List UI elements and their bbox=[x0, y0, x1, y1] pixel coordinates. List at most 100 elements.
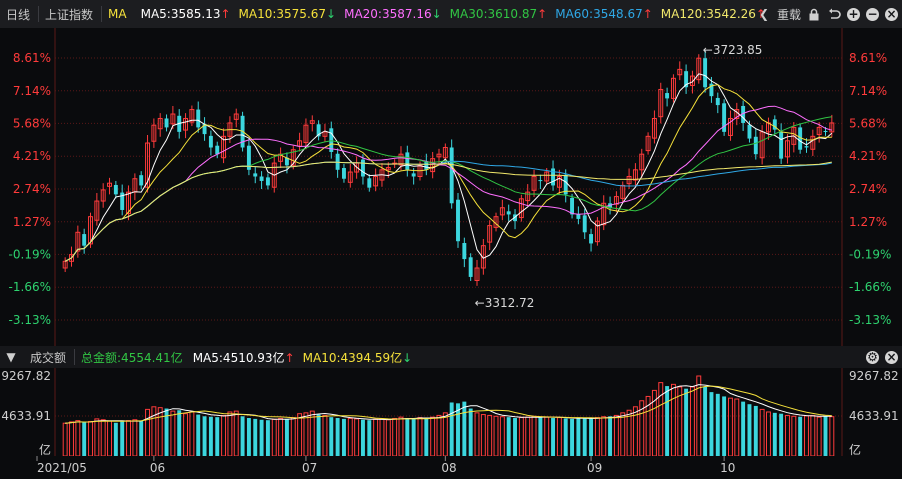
chevron-down-icon[interactable]: ▼ bbox=[4, 350, 18, 364]
volume-bar-down bbox=[823, 416, 828, 456]
volume-bar-up bbox=[487, 414, 493, 456]
price-tick-left: 5.68% bbox=[13, 116, 51, 130]
volume-bar-up bbox=[785, 414, 790, 456]
volume-bar-up bbox=[373, 418, 379, 456]
volume-bar-up bbox=[322, 414, 328, 456]
candle-down bbox=[424, 161, 429, 170]
price-tick-left: 4.21% bbox=[13, 149, 51, 163]
price-tick-right: 2.74% bbox=[849, 182, 887, 196]
volume-bar-up bbox=[620, 412, 626, 456]
volume-bar-up bbox=[632, 406, 638, 456]
volume-bar-down bbox=[335, 418, 340, 456]
volume-bar-up bbox=[94, 418, 100, 456]
volume-bar-down bbox=[139, 421, 144, 456]
volume-bar-down bbox=[747, 404, 752, 456]
volume-bar-up bbox=[303, 412, 309, 456]
volume-tick-right: 亿 bbox=[849, 442, 861, 456]
volume-bar-up bbox=[474, 412, 480, 456]
candle-down bbox=[665, 93, 670, 99]
candle-down bbox=[265, 177, 270, 186]
date-axis: 2021/05 06 07 08 09 10 bbox=[36, 456, 735, 475]
candle-down bbox=[341, 168, 346, 179]
volume-bar-up bbox=[62, 422, 68, 456]
volume-bar-down bbox=[284, 418, 289, 456]
low-annotation: ←3312.72 bbox=[475, 296, 535, 310]
ma10-direction: ↓ bbox=[326, 7, 337, 21]
candle-down bbox=[506, 211, 511, 215]
candle-down bbox=[589, 234, 594, 244]
volume-bar-down bbox=[405, 418, 410, 456]
volume-bar-down bbox=[589, 418, 594, 456]
volume-bar-up bbox=[297, 413, 303, 456]
volume-bar-down bbox=[259, 419, 264, 456]
period-selector[interactable]: 日线 bbox=[6, 6, 30, 23]
volume-bar-up bbox=[132, 419, 138, 456]
volume-bar-down bbox=[772, 412, 777, 456]
volume-bar-up bbox=[100, 419, 106, 456]
volume-bar-down bbox=[329, 417, 334, 456]
candle-down bbox=[164, 118, 169, 128]
volume-bar-down bbox=[753, 405, 758, 456]
volume-bar-up bbox=[816, 416, 822, 456]
undo-icon[interactable] bbox=[827, 7, 841, 21]
volume-bar-down bbox=[265, 420, 270, 456]
volume-bar-up bbox=[613, 414, 619, 456]
volume-bar-up bbox=[594, 417, 600, 456]
close-icon[interactable]: × bbox=[885, 7, 898, 21]
volume-bar-down bbox=[570, 418, 575, 456]
volume-ma5: MA5:4510.93亿↑ bbox=[192, 350, 295, 365]
volume-chart[interactable]: 9267.82 9267.82 4633.91 4633.91 亿 亿 bbox=[0, 368, 902, 456]
candle-down bbox=[747, 124, 752, 139]
ma120-value: MA120:3542.26↑ bbox=[660, 7, 766, 21]
volume-bar-down bbox=[240, 416, 245, 456]
volume-bar-up bbox=[88, 420, 93, 456]
volume-bar-up bbox=[658, 382, 664, 456]
index-name[interactable]: 上证指数 bbox=[45, 6, 93, 23]
divider bbox=[74, 349, 76, 365]
volume-bar-down bbox=[424, 418, 429, 456]
date-label: 08 bbox=[441, 461, 456, 475]
volume-settings-icon[interactable]: ⚙ bbox=[866, 350, 879, 364]
volume-bar-up bbox=[392, 417, 398, 456]
volume-bar-down bbox=[341, 418, 346, 456]
candle-down bbox=[215, 145, 220, 155]
volume-bar-up bbox=[347, 417, 353, 456]
volume-close-icon[interactable]: × bbox=[885, 350, 898, 364]
volume-tick-right: 9267.82 bbox=[849, 369, 899, 383]
candle-down bbox=[804, 146, 809, 148]
plus-icon[interactable]: + bbox=[847, 7, 860, 21]
ma-indicator-button[interactable]: MA bbox=[108, 7, 127, 21]
ma10-line bbox=[64, 84, 832, 262]
volume-bar-up bbox=[810, 414, 816, 456]
volume-bar-up bbox=[766, 411, 771, 456]
volume-header: ▼ 成交额 总金额:4554.41亿 MA5:4510.93亿↑ MA10:43… bbox=[0, 346, 902, 368]
ma60-direction: ↑ bbox=[642, 7, 653, 21]
volume-bar-down bbox=[367, 420, 372, 456]
price-tick-left: 1.27% bbox=[13, 215, 51, 229]
candle-down bbox=[570, 197, 575, 215]
ma120-line bbox=[64, 161, 832, 262]
volume-bar-up bbox=[804, 415, 809, 456]
price-tick-right: -0.19% bbox=[849, 247, 891, 261]
overlay-button[interactable]: 重载 bbox=[777, 7, 801, 22]
divider bbox=[101, 6, 103, 22]
volume-bar-up bbox=[227, 411, 233, 456]
volume-bar-down bbox=[208, 416, 213, 456]
high-annotation: ←3723.85 bbox=[703, 43, 763, 57]
volume-bar-down bbox=[506, 417, 511, 456]
price-chart[interactable]: 8.61% 8.61% 7.14% 7.14% 5.68% 5.68% 4.21% 4.21%… bbox=[0, 28, 902, 346]
candle-down bbox=[360, 159, 365, 177]
price-tick-left: -1.66% bbox=[9, 280, 51, 294]
ma5-value: MA5:3585.13↑ bbox=[140, 7, 231, 21]
lock-icon[interactable] bbox=[807, 7, 821, 21]
volume-bar-up bbox=[556, 417, 562, 456]
volume-bar-up bbox=[601, 416, 607, 456]
minus-icon[interactable]: − bbox=[866, 7, 879, 21]
volume-bar-down bbox=[82, 422, 87, 456]
chevron-left-icon[interactable]: ❮ bbox=[757, 7, 771, 21]
ma60-line bbox=[64, 160, 832, 262]
volume-ma5-direction: ↑ bbox=[284, 350, 295, 365]
volume-bar-down bbox=[608, 416, 613, 456]
volume-bar-down bbox=[113, 422, 118, 456]
volume-bar-up bbox=[525, 416, 531, 456]
